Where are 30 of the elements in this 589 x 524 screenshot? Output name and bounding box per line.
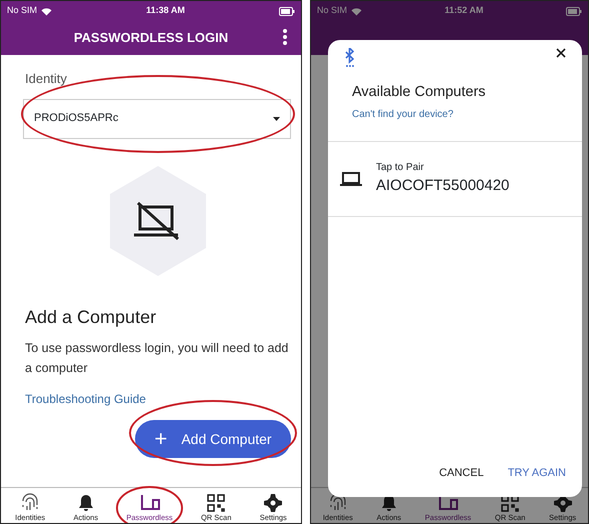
status-time: 11:52 AM — [444, 4, 484, 18]
section-title: Add a Computer — [25, 306, 158, 328]
field-label: Identity — [25, 70, 68, 88]
device-list-item[interactable]: Tap to Pair AIOCOFT55000420 — [328, 141, 582, 217]
dialog-title: Available Computers — [352, 84, 487, 102]
description-text: To use passwordless login, you will need to add a computer — [25, 340, 290, 378]
battery-icon — [278, 6, 295, 16]
help-link[interactable]: Can't find your device? — [352, 109, 454, 120]
battery-icon — [566, 6, 582, 16]
wifi-icon — [351, 6, 362, 16]
dialog-button[interactable]: TRY AGAIN — [508, 464, 566, 481]
identity-dropdown[interactable]: PRODiOS5APRc — [23, 98, 291, 138]
troubleshooting-link[interactable]: Troubleshooting Guide — [25, 390, 291, 408]
device-hint: Tap to Pair — [376, 161, 425, 176]
carrier-text: No SIM — [7, 4, 38, 18]
wifi-icon — [41, 6, 52, 16]
more-menu-icon[interactable] — [283, 29, 287, 45]
devices-icon — [138, 492, 161, 512]
status-time: 11:38 AM — [146, 4, 185, 18]
header-title: PASSWORDLESS LOGIN — [74, 29, 228, 48]
device-name: AIOCOFT55000420 — [376, 176, 510, 196]
add-computer-button[interactable]: + Add Computer — [135, 420, 291, 458]
bluetooth-icon — [344, 48, 356, 68]
dialog-button[interactable]: CANCEL — [439, 464, 484, 481]
laptop-icon — [340, 171, 362, 188]
caret-icon — [273, 116, 280, 120]
qr-code-icon — [205, 492, 228, 512]
close-icon[interactable] — [556, 48, 566, 58]
carrier-text: No SIM — [317, 4, 348, 18]
settings-icon — [262, 492, 284, 512]
